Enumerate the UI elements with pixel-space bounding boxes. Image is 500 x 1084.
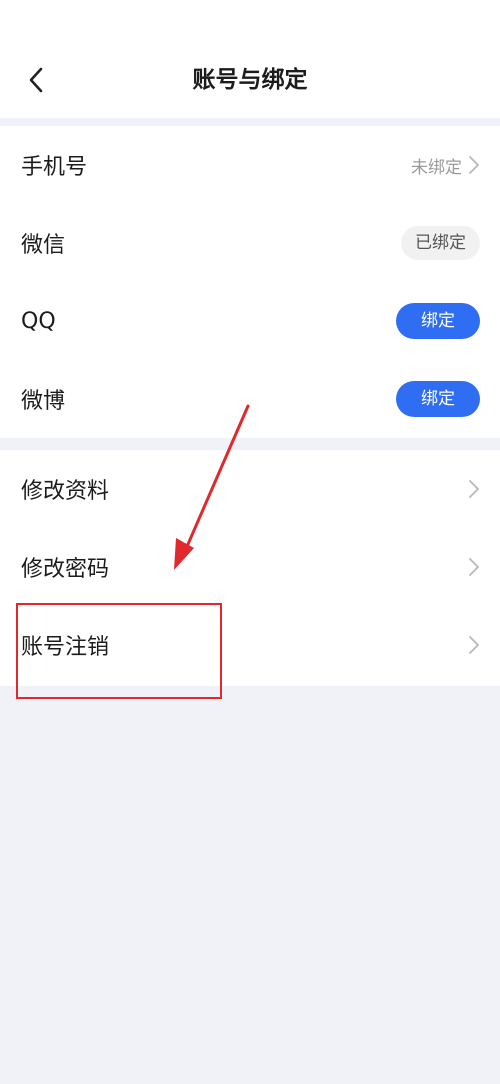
row-right: 未绑定 [411,153,480,178]
page-title: 账号与绑定 [192,67,308,93]
row-label: 修改资料 [21,479,110,504]
row-label: 微博 [21,389,66,414]
chevron-right-icon [468,155,480,175]
row-right [468,557,480,577]
row-label: 修改密码 [21,557,110,582]
row-label: 微信 [21,233,66,258]
row-right: 绑定 [396,303,480,339]
row-phone[interactable]: 手机号 未绑定 [0,126,500,204]
row-wechat: 微信 已绑定 [0,204,500,282]
status-text: 未绑定 [411,157,462,178]
bindings-section: 手机号 未绑定 微信 已绑定 QQ 绑定 微博 绑定 [0,126,500,438]
row-qq: QQ 绑定 [0,282,500,360]
chevron-right-icon [468,479,480,499]
bind-qq-button[interactable]: 绑定 [396,303,480,339]
row-right: 绑定 [396,381,480,417]
row-right [468,479,480,499]
row-label: QQ [21,308,56,334]
chevron-right-icon [468,557,480,577]
chevron-right-icon [468,635,480,655]
row-right [468,635,480,655]
row-right: 已绑定 [401,226,480,260]
bind-weibo-button[interactable]: 绑定 [396,381,480,417]
annotation-arrow-icon [174,404,250,570]
row-label: 手机号 [21,155,88,180]
bound-badge: 已绑定 [401,226,480,260]
nav-bar: 账号与绑定 [0,0,500,118]
annotation-highlight-box [16,603,222,699]
